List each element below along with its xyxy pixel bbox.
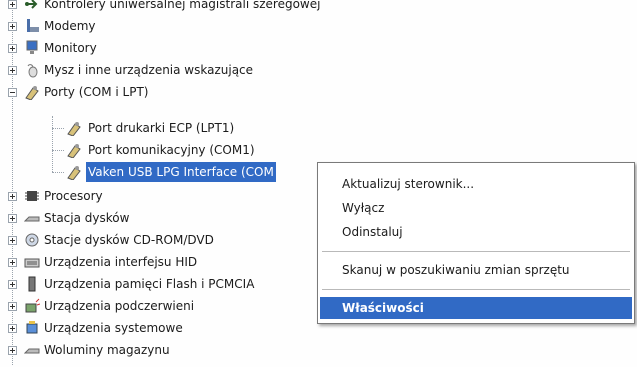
tree-item-label: Mysz i inne urządzenia wskazujące [44,63,254,77]
mouse-icon [27,64,38,78]
cdrom-icon [25,233,39,247]
expand-icon[interactable] [8,44,17,53]
tree-connector-line [52,128,64,129]
modem-icon [27,19,39,32]
tree-connector-line [52,150,64,151]
collapse-icon[interactable] [8,88,17,97]
menu-item-disable[interactable]: Wyłącz [320,197,632,219]
menu-item-scan-hardware[interactable]: Skanuj w poszukiwaniu zmian sprzętu [320,259,632,281]
port-icon [67,122,81,136]
usb-controller-icon [25,0,38,9]
hid-icon [24,258,40,268]
tree-item-label: Woluminy magazynu [44,343,170,357]
port-icon [67,144,81,158]
expand-icon[interactable] [8,236,17,245]
menu-separator [322,289,630,290]
tree-item-label: Urządzenia podczerwieni [44,299,195,313]
expand-icon[interactable] [8,192,17,201]
expand-icon[interactable] [8,258,17,267]
tree-item-label: Vaken USB LPG Interface (COM [86,162,276,182]
expand-icon[interactable] [8,66,17,75]
flash-memory-icon [28,276,36,292]
monitor-icon [26,40,38,54]
floppy-drive-icon [24,216,40,222]
tree-connector-line [52,116,53,172]
menu-separator [322,251,630,252]
tree-item-label: Monitory [44,41,97,55]
tree-item-label: Port drukarki ECP (LPT1) [88,121,235,135]
tree-item-label: Stacje dysków CD-ROM/DVD [44,233,214,247]
expand-icon[interactable] [8,214,17,223]
expand-icon[interactable] [8,280,17,289]
expand-icon[interactable] [8,346,17,355]
tree-connector-line [52,172,64,173]
tree-item-label: Urządzenia systemowe [44,321,183,335]
system-device-icon [26,321,38,334]
context-menu: Aktualizuj sterownik... Wyłącz Odinstalu… [317,162,635,324]
port-icon [25,86,39,100]
expand-icon[interactable] [8,302,17,311]
processor-icon [25,191,39,201]
tree-item-label: Port komunikacyjny (COM1) [88,143,255,157]
storage-volume-icon [24,348,40,354]
tree-item-label: Stacja dysków [44,211,130,225]
menu-item-uninstall[interactable]: Odinstaluj [320,221,632,243]
tree-item-label: Porty (COM i LPT) [44,85,149,99]
infrared-icon [25,298,40,313]
menu-item-properties[interactable]: Właściwości [320,297,632,319]
tree-item-label: Urządzenia interfejsu HID [44,255,198,269]
tree-item-label: Urządzenia pamięci Flash i PCMCIA [44,277,255,291]
expand-icon[interactable] [8,324,17,333]
port-icon [67,166,81,180]
expand-icon[interactable] [8,0,17,9]
tree-item-label: Kontrolery uniwersalnej magistrali szere… [44,0,321,11]
menu-item-update-driver[interactable]: Aktualizuj sterownik... [320,173,632,195]
expand-icon[interactable] [8,22,17,31]
tree-item-label: Procesory [44,189,103,203]
tree-item-label: Modemy [44,19,96,33]
